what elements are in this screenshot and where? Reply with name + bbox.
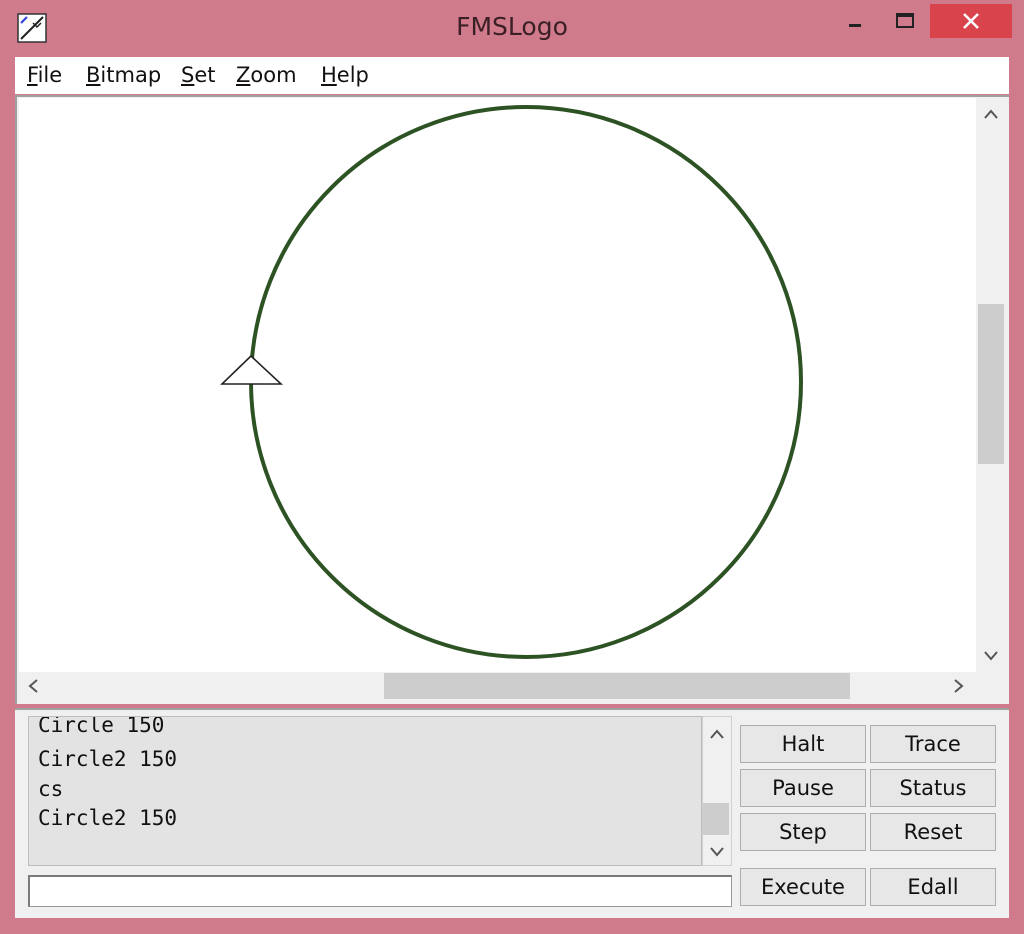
close-icon bbox=[963, 13, 979, 29]
history-scroll-down-button[interactable] bbox=[705, 840, 729, 864]
menu-file-label: ile bbox=[37, 63, 63, 87]
history-line[interactable]: Circle2 150 bbox=[38, 747, 177, 771]
menu-set-key: S bbox=[181, 63, 195, 87]
menu-help-key: H bbox=[321, 63, 337, 87]
step-button[interactable]: Step bbox=[740, 813, 866, 851]
drawing-canvas[interactable] bbox=[19, 98, 976, 672]
vertical-scroll-thumb[interactable] bbox=[978, 304, 1004, 464]
history-scroll-thumb[interactable] bbox=[703, 803, 729, 835]
turtle-graphics bbox=[220, 105, 803, 659]
maximize-icon bbox=[896, 13, 914, 28]
chevron-right-icon bbox=[954, 679, 964, 693]
menu-help[interactable]: Help bbox=[321, 63, 369, 87]
menu-bitmap-key: B bbox=[86, 63, 101, 87]
title-bar[interactable]: FMSLogo bbox=[0, 0, 1024, 56]
command-history[interactable]: Circle 150 Circle2 150 cs Circle2 150 bbox=[28, 716, 702, 866]
menu-set-label: et bbox=[194, 63, 216, 87]
scroll-up-button[interactable] bbox=[979, 102, 1003, 126]
execute-button[interactable]: Execute bbox=[740, 868, 866, 906]
status-button[interactable]: Status bbox=[870, 769, 996, 807]
menu-zoom-key: Z bbox=[236, 63, 251, 87]
menu-set[interactable]: Set bbox=[181, 63, 216, 87]
chevron-left-icon bbox=[28, 679, 38, 693]
menu-file-key: F bbox=[27, 63, 38, 87]
edall-button[interactable]: Edall bbox=[870, 868, 996, 906]
maximize-button[interactable] bbox=[882, 4, 928, 38]
history-line[interactable]: Circle 150 bbox=[38, 717, 164, 737]
trace-button[interactable]: Trace bbox=[870, 725, 996, 763]
command-input[interactable] bbox=[28, 875, 732, 907]
minimize-icon bbox=[849, 24, 861, 27]
scroll-left-button[interactable] bbox=[21, 674, 45, 698]
halt-button[interactable]: Halt bbox=[740, 725, 866, 763]
menu-bitmap[interactable]: Bitmap bbox=[86, 63, 161, 87]
pause-button[interactable]: Pause bbox=[740, 769, 866, 807]
menu-bar: File Bitmap Set Zoom Help bbox=[15, 57, 1009, 94]
menu-help-label: elp bbox=[336, 63, 369, 87]
history-line[interactable]: Circle2 150 bbox=[38, 806, 177, 830]
drawn-circle bbox=[249, 105, 803, 659]
scroll-down-button[interactable] bbox=[979, 644, 1003, 668]
horizontal-scroll-thumb[interactable] bbox=[384, 673, 850, 699]
history-line[interactable]: cs bbox=[38, 777, 63, 801]
fmslogo-window: FMSLogo File Bitmap Set Zoom Help Circle… bbox=[0, 0, 1024, 934]
menu-bitmap-label: itmap bbox=[100, 63, 162, 87]
minimize-button[interactable] bbox=[832, 4, 878, 38]
scroll-right-button[interactable] bbox=[947, 674, 971, 698]
chevron-down-icon bbox=[984, 651, 998, 661]
triangle-turtle-icon bbox=[220, 354, 284, 385]
chevron-up-icon bbox=[984, 109, 998, 119]
menu-zoom[interactable]: Zoom bbox=[236, 63, 297, 87]
close-button[interactable] bbox=[930, 4, 1012, 38]
menu-file[interactable]: File bbox=[27, 63, 62, 87]
chevron-up-icon bbox=[710, 729, 724, 739]
chevron-down-icon bbox=[710, 847, 724, 857]
menu-zoom-label: oom bbox=[250, 63, 297, 87]
reset-button[interactable]: Reset bbox=[870, 813, 996, 851]
history-scroll-up-button[interactable] bbox=[705, 722, 729, 746]
